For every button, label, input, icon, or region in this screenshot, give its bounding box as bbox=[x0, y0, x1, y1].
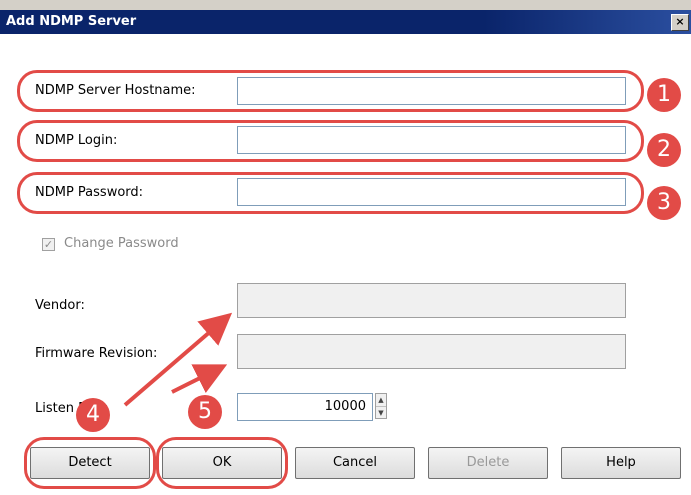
add-ndmp-server-dialog: Add NDMP Server × NDMP Server Hostname: … bbox=[0, 0, 691, 495]
annotation-arrows bbox=[123, 312, 233, 407]
arrow-to-firmware bbox=[171, 364, 228, 394]
